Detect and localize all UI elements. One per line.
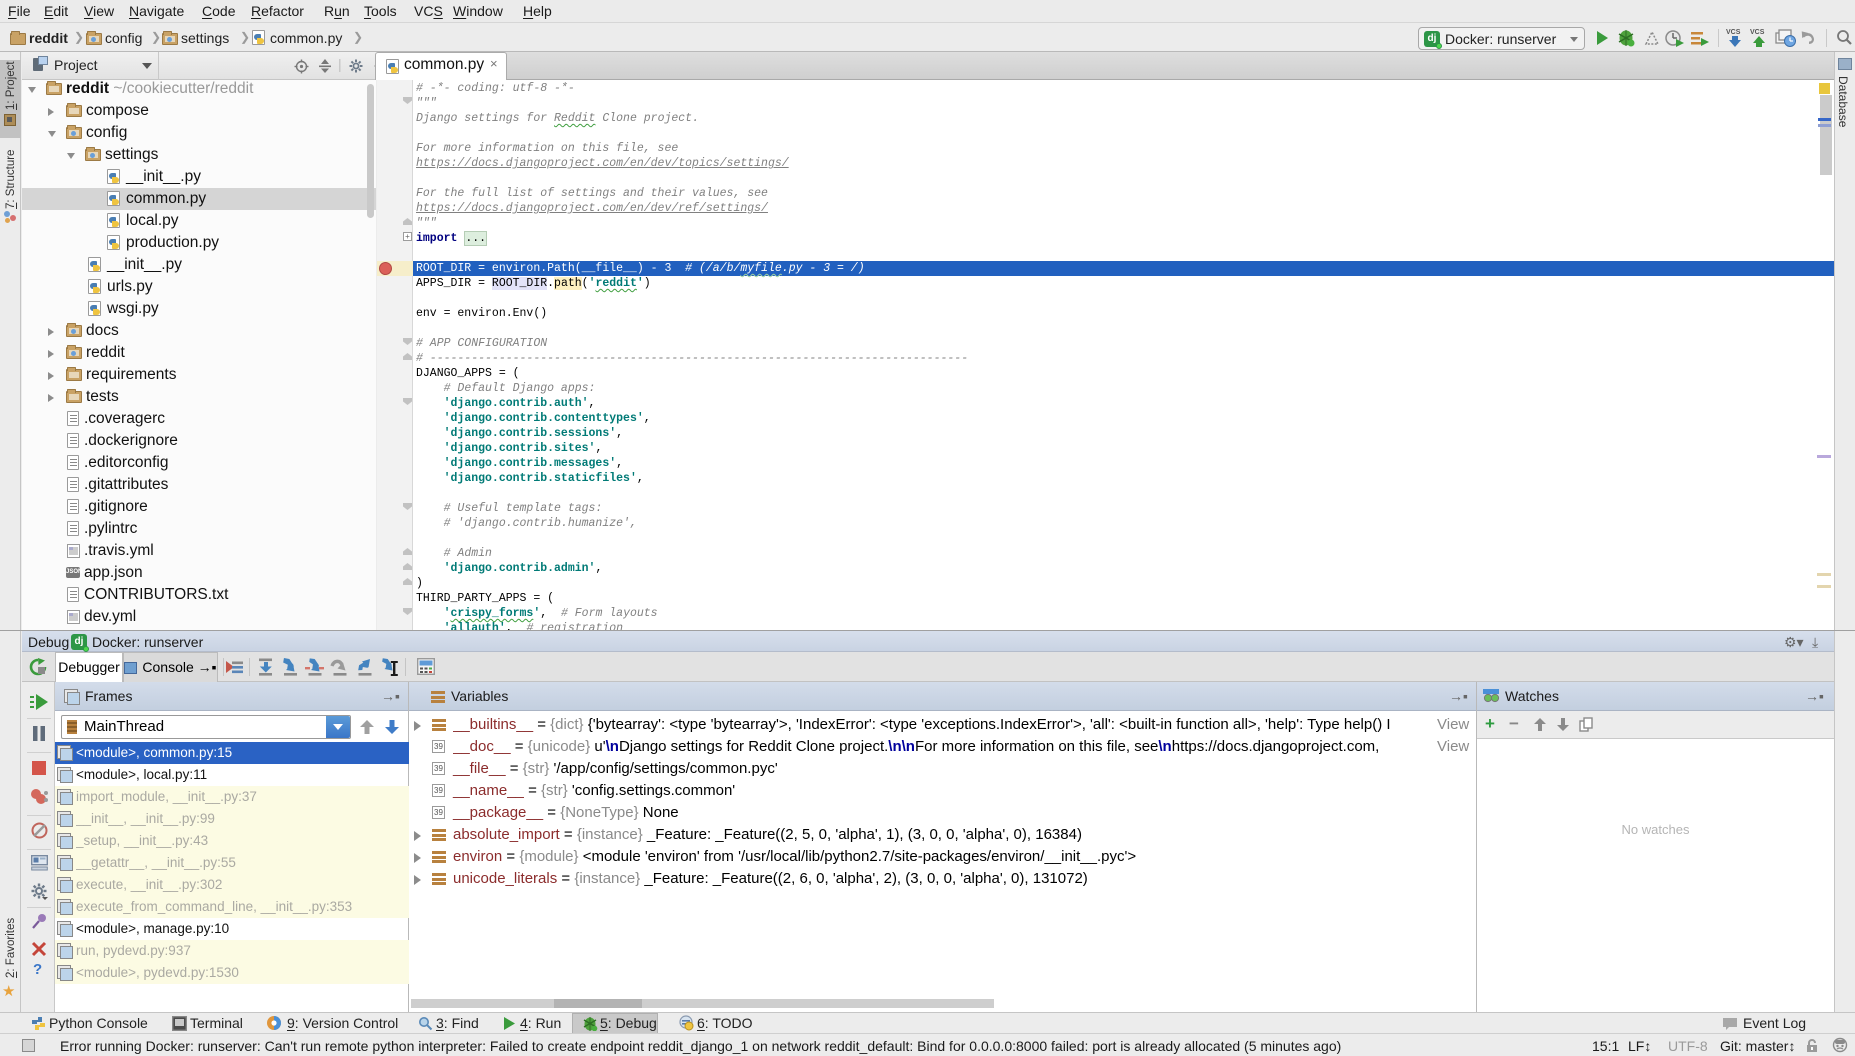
svg-text:VCS: VCS	[1726, 29, 1741, 36]
svg-text:VCS: VCS	[1750, 29, 1765, 36]
